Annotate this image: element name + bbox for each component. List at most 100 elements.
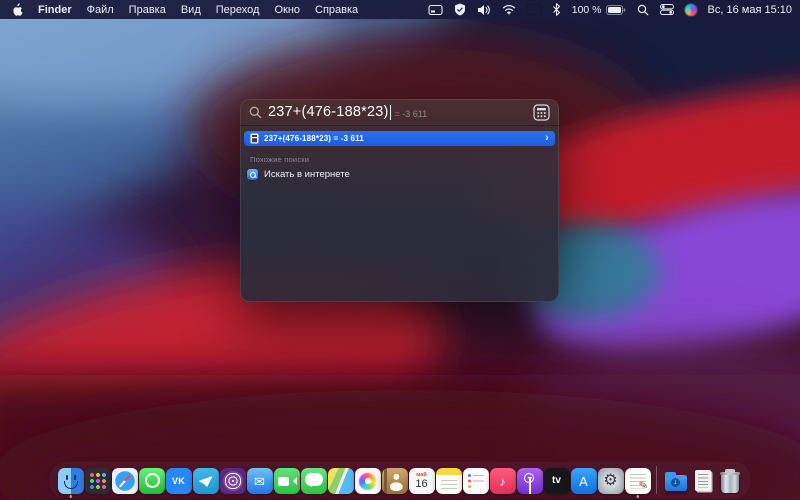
apple-tv-icon: tv: [543, 468, 570, 494]
dock-item-contacts[interactable]: [381, 468, 408, 494]
dock-item-launchpad[interactable]: [84, 468, 111, 494]
note-glyph: ♪: [499, 473, 506, 489]
dock-item-tor[interactable]: [219, 468, 246, 494]
search-icon: [249, 106, 262, 118]
battery-icon: [605, 4, 625, 15]
tv-label: tv: [552, 475, 561, 486]
dock-item-finder[interactable]: [57, 468, 84, 498]
mail-icon: ✉: [246, 468, 273, 494]
safari-icon: [111, 468, 138, 494]
trash-crumple: [724, 469, 735, 473]
dock-item-facetime[interactable]: [273, 468, 300, 494]
dock-item-safari[interactable]: [111, 468, 138, 494]
web-search-row[interactable]: Искать в интернете: [247, 169, 552, 180]
dock-item-system-preferences[interactable]: ⚙: [597, 468, 624, 494]
running-indicator: [69, 495, 72, 498]
menu-bar: Finder Файл Правка Вид Переход Окно Спра…: [0, 0, 800, 19]
finder-icon: [57, 468, 84, 494]
dock-item-downloads[interactable]: ↓: [662, 468, 689, 494]
display-icon[interactable]: [428, 0, 443, 19]
music-icon: ♪: [489, 468, 516, 494]
bluetooth-icon[interactable]: [552, 0, 561, 19]
dock-item-telegram[interactable]: [192, 468, 219, 494]
calendar-day: 16: [415, 478, 428, 491]
menu-item-view[interactable]: Вид: [181, 4, 201, 16]
podcasts-icon: [516, 468, 543, 494]
vk-icon: VK: [165, 468, 192, 494]
battery-indicator[interactable]: 100 %: [572, 4, 626, 16]
volume-icon[interactable]: [477, 0, 491, 19]
menu-item-help[interactable]: Справка: [315, 4, 358, 16]
dock-item-reminders[interactable]: [462, 468, 489, 494]
dock-item-notes[interactable]: [435, 468, 462, 494]
inline-calculation-result: = -3 611: [394, 108, 428, 119]
calculator-result-row[interactable]: 237+(476-188*23) = -3 611 ›: [244, 131, 555, 146]
menu-item-edit[interactable]: Правка: [129, 4, 166, 16]
dock-item-whatsapp[interactable]: [138, 468, 165, 494]
trash-icon: [717, 468, 743, 494]
dock-item-calendar[interactable]: май 16: [408, 468, 435, 494]
whatsapp-icon: [138, 468, 165, 494]
pencil-glyph: ✎: [638, 479, 650, 493]
messages-icon: [300, 468, 327, 494]
dock-item-trash[interactable]: [716, 468, 743, 494]
gear-glyph: ⚙: [603, 472, 618, 489]
menu-item-file[interactable]: Файл: [87, 4, 114, 16]
dock-item-mail[interactable]: ✉: [246, 468, 273, 494]
spotlight-icon[interactable]: [637, 0, 649, 19]
calculator-result-text: 237+(476-188*23) = -3 611: [264, 134, 364, 143]
photos-icon: [354, 468, 381, 494]
dock-item-textedit[interactable]: ✎: [624, 468, 651, 498]
launchpad-icon: [84, 468, 111, 494]
apple-menu-icon[interactable]: [11, 2, 23, 17]
envelope-glyph: ✉: [254, 473, 265, 489]
web-search-label: Искать в интернете: [264, 169, 350, 180]
menu-item-finder[interactable]: Finder: [38, 4, 72, 16]
search-query-text: 237+(476-188*23): [268, 104, 389, 120]
calendar-icon: май 16: [408, 468, 435, 494]
menu-item-go[interactable]: Переход: [216, 4, 260, 16]
dock-item-vk[interactable]: VK: [165, 468, 192, 494]
battery-percent: 100 %: [571, 3, 602, 16]
textedit-icon: ✎: [624, 468, 651, 494]
notes-icon: [435, 468, 462, 494]
dock-item-messages[interactable]: [300, 468, 327, 494]
siri-icon[interactable]: [684, 3, 697, 16]
calculator-icon: [533, 103, 550, 121]
dock-divider: [651, 466, 662, 494]
chevron-right-icon: ›: [545, 131, 549, 144]
telegram-icon: [192, 468, 219, 494]
documents-icon: [690, 468, 716, 494]
shield-icon[interactable]: [454, 0, 466, 19]
gear-icon: ⚙: [597, 468, 624, 494]
section-header: Похожие поиски: [250, 155, 310, 164]
dock-item-music[interactable]: ♪: [489, 468, 516, 494]
input-language-flag-ru-icon[interactable]: [527, 5, 541, 14]
download-arrow-glyph: ↓: [671, 478, 680, 487]
contacts-icon: [381, 468, 408, 494]
app-store-icon: A: [570, 468, 597, 494]
spotlight-search-field[interactable]: 237+(476-188*23) = -3 611: [240, 99, 559, 126]
spotlight-window: 237+(476-188*23) = -3 611 237+(476-188*2…: [240, 99, 559, 302]
maps-icon: [327, 468, 354, 494]
wifi-icon[interactable]: [502, 0, 516, 19]
menu-item-window[interactable]: Окно: [274, 4, 300, 16]
dock-item-appletv[interactable]: tv: [543, 468, 570, 494]
downloads-folder-icon: ↓: [663, 468, 689, 494]
tor-browser-icon: [219, 468, 246, 494]
dock-item-documents[interactable]: [689, 468, 716, 494]
dock-item-photos[interactable]: [354, 468, 381, 494]
calculator-mini-icon: [250, 133, 259, 144]
facetime-icon: [273, 468, 300, 494]
dock-item-appstore[interactable]: A: [570, 468, 597, 494]
text-caret: [389, 104, 391, 120]
dock-item-podcasts[interactable]: [516, 468, 543, 494]
appstore-label: A: [579, 473, 588, 489]
vk-label: VK: [171, 475, 186, 486]
control-center-icon[interactable]: [659, 0, 674, 19]
dock: VK ✉ май 16 ♪ tv A ⚙ ✎ ↓: [50, 462, 750, 498]
running-indicator: [636, 495, 639, 498]
web-search-icon: [247, 169, 258, 180]
menubar-clock[interactable]: Вс, 16 мая 15:10: [708, 4, 792, 16]
dock-item-maps[interactable]: [327, 468, 354, 494]
